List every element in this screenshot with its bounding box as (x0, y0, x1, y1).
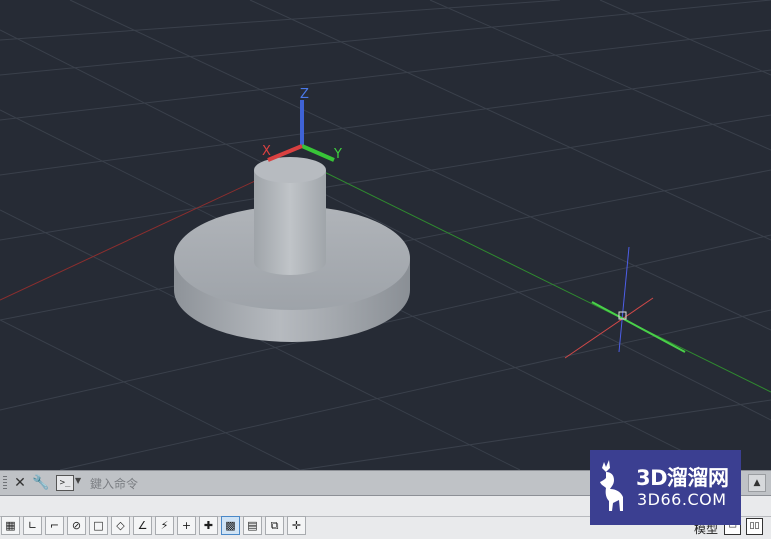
lineweight-icon[interactable]: ✚ (199, 516, 218, 535)
command-prompt-button[interactable]: >_ ▼ (56, 474, 84, 492)
cylinder-boss[interactable] (254, 157, 326, 275)
ucs-icon[interactable]: Z Y X (262, 87, 342, 162)
wrench-icon[interactable]: 🔧 (32, 474, 50, 492)
osnap-icon[interactable]: □ (89, 516, 108, 535)
otrack-icon[interactable]: ∠ (133, 516, 152, 535)
3d-osnap-icon[interactable]: ◇ (111, 516, 130, 535)
dyn-icon[interactable]: + (177, 516, 196, 535)
sc-icon[interactable]: ⧉ (265, 516, 284, 535)
snap-icon[interactable]: ∟ (23, 516, 42, 535)
command-prompt-icon: >_ (56, 475, 74, 491)
ucs-y-axis (301, 144, 335, 162)
watermark-title: 3D溜溜网 (636, 466, 729, 490)
drawing-viewport[interactable]: Z Y X (0, 0, 771, 470)
am-icon[interactable]: ✛ (287, 516, 306, 535)
watermark-domain: 3D66.COM (637, 490, 727, 509)
viewports-icon[interactable]: ▯▯ (746, 518, 763, 535)
ucs-x-label: X (262, 144, 271, 159)
crosshair-cursor (564, 246, 686, 359)
ucs-z-label: Z (300, 87, 309, 102)
deer-logo-icon (600, 460, 623, 511)
command-history-up-button[interactable]: ▲ (748, 474, 766, 492)
ucs-y-label: Y (333, 147, 342, 162)
close-icon[interactable]: ✕ (11, 474, 29, 492)
polar-icon[interactable]: ⊘ (67, 516, 86, 535)
grid-icon[interactable]: ▦ (1, 516, 20, 535)
ortho-icon[interactable]: ⌐ (45, 516, 64, 535)
chevron-down-icon: ▼ (75, 476, 82, 485)
status-bar-toggles: ▦ ∟ ⌐ ⊘ □ ◇ ∠ ⚡ + ✚ ▩ ▤ ⧉ ✛ (1, 516, 309, 538)
ducs-icon[interactable]: ⚡ (155, 516, 174, 535)
qp-icon[interactable]: ▤ (243, 516, 262, 535)
command-line-grip[interactable] (3, 476, 7, 491)
watermark-logo: 3D溜溜网 3D66.COM (590, 450, 741, 525)
transparency-icon[interactable]: ▩ (221, 516, 240, 535)
